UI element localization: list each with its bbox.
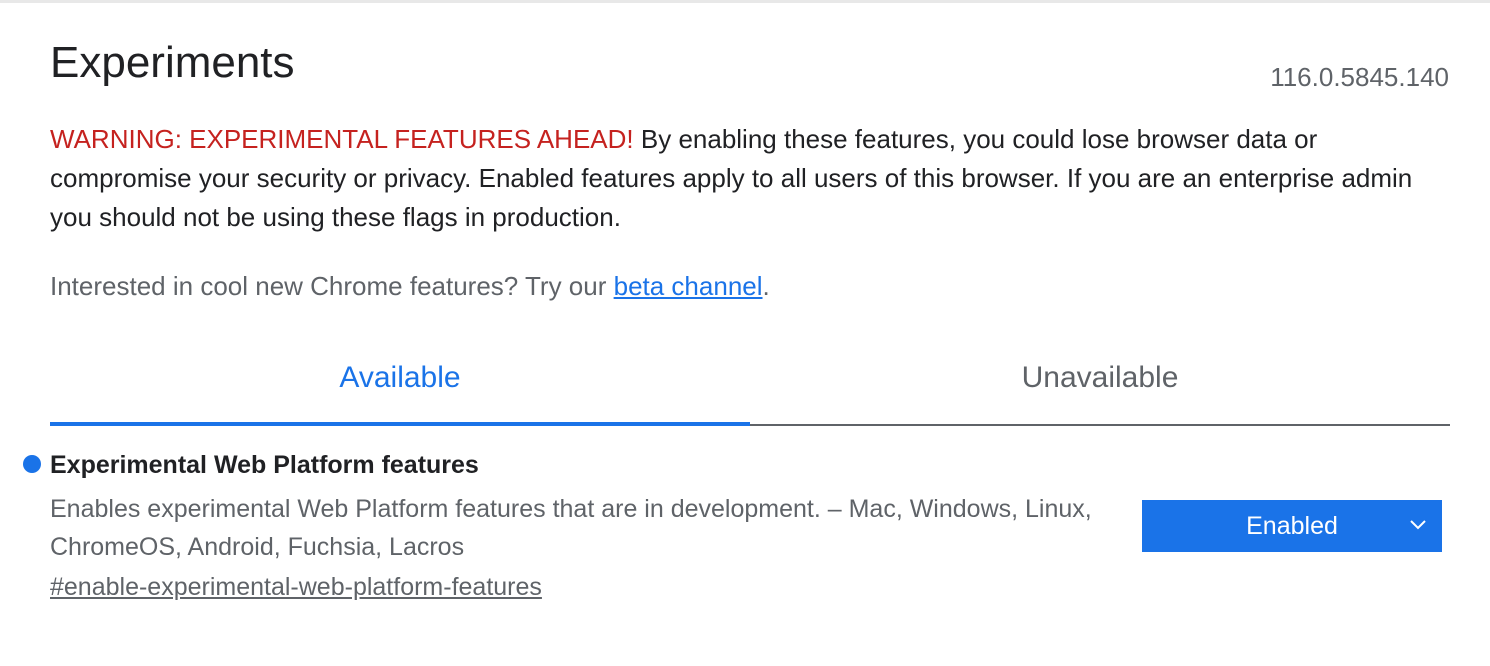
browser-version: 116.0.5845.140 <box>1270 62 1449 92</box>
modified-dot-icon <box>23 455 41 473</box>
promo-suffix: . <box>762 271 770 301</box>
tab-unavailable[interactable]: Unavailable <box>750 350 1450 424</box>
experiment-permalink[interactable]: #enable-experimental-web-platform-featur… <box>50 570 542 604</box>
chevron-down-icon <box>1410 520 1426 530</box>
experiment-item: Experimental Web Platform features Enabl… <box>20 446 1450 616</box>
page-title: Experiments <box>50 38 295 87</box>
experiment-state-select[interactable]: Enabled <box>1142 500 1442 552</box>
experiment-title: Experimental Web Platform features <box>50 451 479 479</box>
promo-lead: Interested in cool new Chrome features? … <box>50 271 614 301</box>
warning-heading: WARNING: EXPERIMENTAL FEATURES AHEAD! <box>50 124 634 154</box>
tab-bar: Available Unavailable <box>50 350 1450 426</box>
promo-text: Interested in cool new Chrome features? … <box>50 268 770 304</box>
flags-page: Experiments 116.0.5845.140 WARNING: EXPE… <box>0 0 1490 666</box>
warning-message: WARNING: EXPERIMENTAL FEATURES AHEAD! By… <box>50 120 1450 237</box>
experiment-description: Enables experimental Web Platform featur… <box>50 495 1092 561</box>
beta-channel-link[interactable]: beta channel <box>614 271 763 301</box>
select-value: Enabled <box>1246 512 1338 540</box>
tab-available[interactable]: Available <box>50 350 750 426</box>
